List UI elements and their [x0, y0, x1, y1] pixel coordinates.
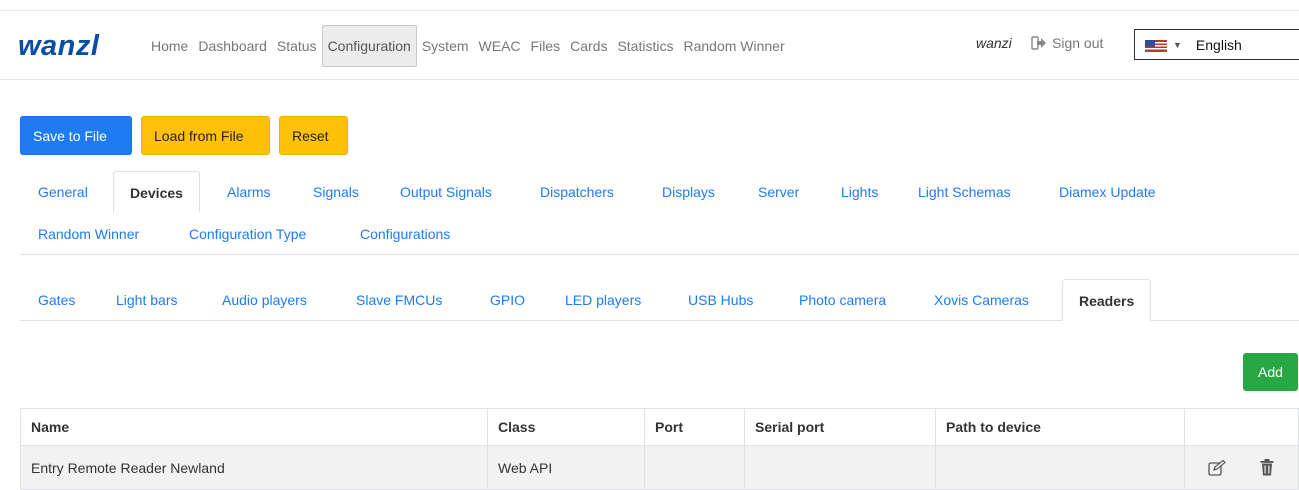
- tab-dispatchers[interactable]: Dispatchers: [540, 171, 614, 213]
- nav-system[interactable]: System: [417, 26, 474, 66]
- signout-link[interactable]: Sign out: [1031, 35, 1103, 51]
- tab-lights[interactable]: Lights: [841, 171, 878, 213]
- edit-icon[interactable]: [1202, 454, 1232, 482]
- nav-home[interactable]: Home: [146, 26, 193, 66]
- trash-icon[interactable]: [1252, 454, 1282, 482]
- tab-light-schemas[interactable]: Light Schemas: [918, 171, 1011, 213]
- save-to-file-button[interactable]: Save to File: [20, 116, 132, 155]
- table-header-row: Name Class Port Serial port Path to devi…: [20, 408, 1299, 446]
- subtab-photo-camera[interactable]: Photo camera: [799, 279, 886, 321]
- main-nav: Home Dashboard Status Configuration Syst…: [146, 25, 790, 67]
- subtab-gpio[interactable]: GPIO: [490, 279, 525, 321]
- nav-status[interactable]: Status: [272, 26, 322, 66]
- column-header-port[interactable]: Port: [644, 408, 745, 446]
- subtab-led-players[interactable]: LED players: [565, 279, 641, 321]
- config-tabs: General Devices Alarms Signals Output Si…: [20, 171, 1299, 255]
- signout-label: Sign out: [1052, 35, 1104, 51]
- subtab-slave-fmcus[interactable]: Slave FMCUs: [356, 279, 442, 321]
- tab-signals[interactable]: Signals: [313, 171, 359, 213]
- cell-class: Web API: [487, 445, 645, 490]
- nav-configuration[interactable]: Configuration: [321, 25, 417, 67]
- brand-logo[interactable]: wanzl: [18, 31, 99, 61]
- subtab-readers[interactable]: Readers: [1062, 279, 1152, 321]
- tab-output-signals[interactable]: Output Signals: [400, 171, 492, 213]
- tab-configurations[interactable]: Configurations: [360, 213, 450, 255]
- nav-weac[interactable]: WEAC: [474, 26, 526, 66]
- cell-serial-port: [744, 445, 936, 490]
- tab-random-winner[interactable]: Random Winner: [38, 213, 139, 255]
- tab-general[interactable]: General: [38, 171, 88, 213]
- tab-server[interactable]: Server: [758, 171, 799, 213]
- cell-actions: [1184, 445, 1299, 490]
- add-reader-button[interactable]: Add: [1243, 353, 1298, 391]
- top-navbar: wanzl Home Dashboard Status Configuratio…: [0, 10, 1299, 80]
- nav-cards[interactable]: Cards: [565, 26, 612, 66]
- us-flag-icon: [1145, 39, 1167, 52]
- column-header-path-to-device[interactable]: Path to device: [935, 408, 1185, 446]
- device-tabs: Gates Light bars Audio players Slave FMC…: [20, 279, 1299, 321]
- column-header-serial-port[interactable]: Serial port: [744, 408, 936, 446]
- cell-name: Entry Remote Reader Newland: [20, 445, 488, 490]
- tab-devices[interactable]: Devices: [113, 171, 200, 213]
- load-from-file-button[interactable]: Load from File: [141, 116, 270, 155]
- language-select[interactable]: ▼ English: [1134, 29, 1299, 60]
- table-row[interactable]: Entry Remote Reader Newland Web API: [20, 445, 1299, 490]
- tab-diamex-update[interactable]: Diamex Update: [1059, 171, 1156, 213]
- subtab-audio-players[interactable]: Audio players: [222, 279, 307, 321]
- nav-statistics[interactable]: Statistics: [612, 26, 678, 66]
- nav-random-winner[interactable]: Random Winner: [678, 26, 789, 66]
- cell-port: [644, 445, 745, 490]
- tab-alarms[interactable]: Alarms: [227, 171, 271, 213]
- user-name: wanzi: [976, 35, 1012, 51]
- column-header-actions: [1184, 408, 1299, 446]
- chevron-down-icon: ▼: [1173, 39, 1182, 50]
- sign-out-icon: [1031, 36, 1046, 50]
- cell-path-to-device: [935, 445, 1185, 490]
- readers-table: Name Class Port Serial port Path to devi…: [20, 408, 1299, 490]
- reset-button[interactable]: Reset: [279, 116, 348, 155]
- tab-configuration-type[interactable]: Configuration Type: [189, 213, 306, 255]
- language-value: English: [1195, 36, 1242, 53]
- column-header-class[interactable]: Class: [487, 408, 645, 446]
- subtab-light-bars[interactable]: Light bars: [116, 279, 177, 321]
- tab-displays[interactable]: Displays: [662, 171, 715, 213]
- subtab-xovis-cameras[interactable]: Xovis Cameras: [934, 279, 1029, 321]
- column-header-name[interactable]: Name: [20, 408, 488, 446]
- subtab-usb-hubs[interactable]: USB Hubs: [688, 279, 753, 321]
- subtab-gates[interactable]: Gates: [38, 279, 75, 321]
- nav-dashboard[interactable]: Dashboard: [193, 26, 272, 66]
- nav-files[interactable]: Files: [526, 26, 566, 66]
